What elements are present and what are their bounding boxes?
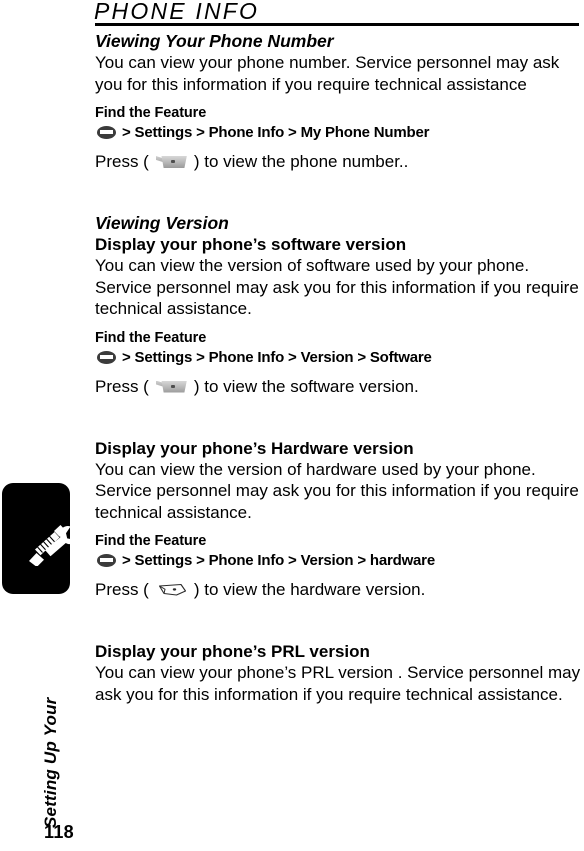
menu-path-text: > Settings > Phone Info > Version > hard… <box>122 552 435 569</box>
section-body: You can view the version of software use… <box>95 256 579 318</box>
press-lead-text: Press ( <box>95 152 149 171</box>
section-viewing-phone-number: Viewing Your Phone Number You can view y… <box>95 31 581 173</box>
menu-path: > Settings > Phone Info > Version > hard… <box>95 551 581 570</box>
menu-path: > Settings > Phone Info > My Phone Numbe… <box>95 123 581 142</box>
page-number: 118 <box>44 822 74 842</box>
press-instruction: Press ( ) to view the software version. <box>95 376 581 398</box>
screwdriver-wrench-icon <box>24 520 80 566</box>
section-subheading: Display your phone’s Hardware version <box>95 438 414 458</box>
press-lead-text: Press ( <box>95 376 149 396</box>
press-lead-text: Press ( <box>95 580 149 599</box>
soft-key-icon <box>155 155 190 169</box>
chapter-tab <box>2 483 78 594</box>
press-tail-text: ) to view the hardware version. <box>193 580 426 599</box>
hardware-key-icon <box>156 583 190 597</box>
menu-path: > Settings > Phone Info > Version > Soft… <box>95 348 581 367</box>
page-title: PHONE INFO <box>94 0 260 24</box>
press-tail-text: ) to view the phone number.. <box>193 152 409 171</box>
find-the-feature-label: Find the Feature <box>95 533 207 549</box>
menu-key-icon <box>97 554 116 567</box>
section-heading: Viewing Version <box>95 213 229 233</box>
section-heading: Viewing Your Phone Number <box>95 31 334 51</box>
press-instruction: Press ( ) to view the phone number.. <box>95 151 581 173</box>
menu-path-text: > Settings > Phone Info > My Phone Numbe… <box>122 124 430 141</box>
section-body: You can view your phone’s PRL version . … <box>95 663 581 704</box>
main-content: Viewing Your Phone Number You can view y… <box>95 31 581 705</box>
section-body: You can view the version of hardware use… <box>95 459 579 522</box>
page-header: PHONE INFO <box>0 0 584 28</box>
section-subheading: Display your phone’s PRL version <box>95 642 370 661</box>
find-the-feature-label: Find the Feature <box>95 329 207 346</box>
section-viewing-version: Viewing Version Display your phone’s sof… <box>95 213 581 398</box>
header-rule <box>95 23 579 26</box>
section-subheading: Display your phone’s software version <box>95 235 407 254</box>
menu-key-icon <box>97 350 116 364</box>
press-instruction: Press ( ) to view the hardware version. <box>95 579 581 601</box>
find-the-feature-label: Find the Feature <box>95 105 207 121</box>
section-body: You can view your phone number. Service … <box>95 53 560 94</box>
section-hardware-version: Display your phone’s Hardware version Yo… <box>95 438 581 602</box>
chapter-label: Setting Up Your <box>41 697 60 829</box>
section-prl-version: Display your phone’s PRL version You can… <box>95 641 581 705</box>
menu-key-icon <box>97 126 116 139</box>
menu-path-text: > Settings > Phone Info > Version > Soft… <box>122 348 432 366</box>
soft-key-icon <box>155 380 190 394</box>
press-tail-text: ) to view the software version. <box>193 376 419 396</box>
